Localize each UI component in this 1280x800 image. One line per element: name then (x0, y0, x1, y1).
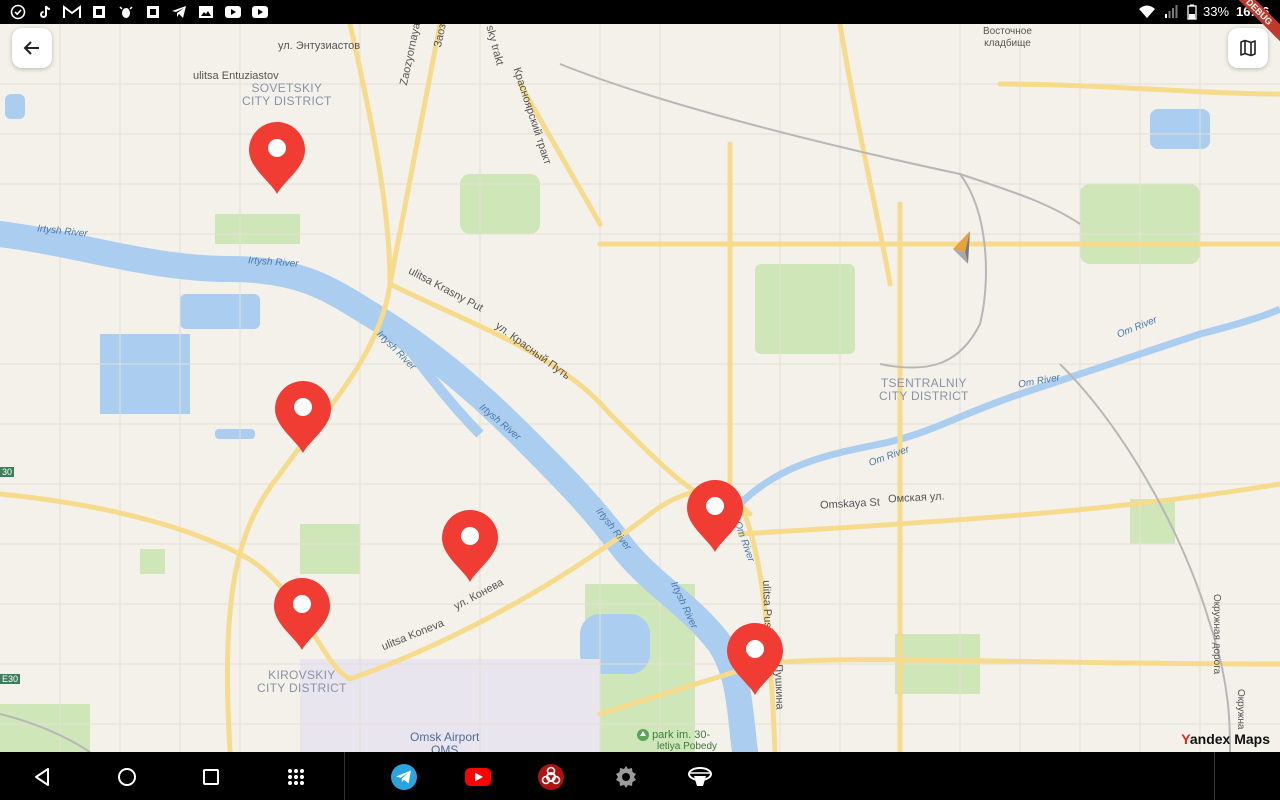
dock-app-settings[interactable] (611, 762, 641, 792)
park-label-2: letiya Pobedy (657, 741, 718, 752)
youtube-icon (465, 768, 491, 786)
square-icon (90, 3, 108, 21)
signal-icon (1162, 3, 1180, 21)
telegram-icon (391, 764, 417, 790)
back-nav-button[interactable] (27, 762, 57, 792)
district-label-sovetskiy: SOVETSKIY CITY DISTRICT (242, 82, 332, 108)
square-icon (144, 3, 162, 21)
district-label-tsentralniy: TSENTRALNIY CITY DISTRICT (879, 377, 969, 403)
park-name: park im. 30- (652, 729, 711, 741)
square-recents-icon (203, 769, 219, 785)
map-pin[interactable] (272, 576, 332, 652)
airport-name: Omsk Airport (410, 730, 480, 744)
recents-nav-button[interactable] (196, 762, 226, 792)
user-location-icon[interactable] (945, 228, 977, 264)
map-pin-icon (249, 122, 305, 194)
home-nav-button[interactable] (112, 762, 142, 792)
map-pin-icon (275, 381, 331, 453)
debug-ribbon: DEBUG (1220, 0, 1280, 60)
back-button[interactable] (12, 28, 52, 68)
youtube-icon (251, 3, 269, 21)
park-icon (637, 729, 649, 742)
brand-rest: andex Maps (1189, 731, 1270, 747)
map-canvas (0, 24, 1280, 752)
district-suffix: CITY DISTRICT (242, 94, 332, 108)
airport-code: OMS (431, 743, 459, 753)
grid-dots-icon (288, 769, 304, 785)
airport-label: Omsk Airport OMS (410, 730, 480, 753)
highway-badge: E30 (0, 674, 21, 684)
app-drawer-button[interactable] (281, 762, 311, 792)
district-name: KIROVSKIY (268, 668, 336, 682)
cemetery-label-line2: кладбище (984, 38, 1031, 49)
cemetery-label: Восточное кладбище (983, 26, 1032, 50)
triangle-back-icon (35, 768, 49, 786)
image-icon (197, 3, 215, 21)
cemetery-label-line1: Восточное (983, 26, 1032, 37)
check-circle-icon (9, 3, 27, 21)
tiktok-icon (36, 3, 54, 21)
biohazard-icon (538, 764, 564, 790)
map-pin[interactable] (725, 621, 785, 697)
dock-app-biohazard[interactable] (536, 762, 566, 792)
map-pin[interactable] (273, 379, 333, 455)
district-name: SOVETSKIY (251, 81, 323, 95)
map-pin-icon (687, 480, 743, 552)
yandex-maps-logo: Yandex Maps (1181, 731, 1270, 747)
brand-y: Y (1181, 731, 1190, 747)
dock-app-telegram[interactable] (389, 762, 419, 792)
district-suffix: CITY DISTRICT (257, 681, 347, 695)
map-pin[interactable] (440, 508, 500, 584)
dock-app-lighthouse[interactable] (685, 762, 715, 792)
circle-home-icon (118, 768, 136, 786)
highway-badge: 30 (0, 467, 15, 477)
nav-divider (344, 752, 345, 800)
district-suffix: CITY DISTRICT (879, 389, 969, 403)
district-name: TSENTRALNIY (880, 376, 967, 390)
lighthouse-icon (688, 767, 712, 786)
wifi-icon (1138, 3, 1156, 21)
youtube-icon (224, 3, 242, 21)
map-view[interactable]: ulitsa Entuziastov ул. Энтузиастов Zaozy… (0, 24, 1280, 752)
street-label: ул. Энтузиастов (278, 40, 361, 52)
map-pin-icon (727, 623, 783, 695)
arrow-left-icon (23, 41, 39, 55)
navigation-bar (0, 752, 1280, 800)
map-pin[interactable] (685, 478, 745, 554)
debug-banner: DEBUG (1228, 0, 1280, 44)
battery-icon (1183, 3, 1201, 21)
settings-icon (616, 766, 636, 788)
nav-divider (1214, 752, 1215, 800)
gmail-icon (63, 3, 81, 21)
street-label: Окружная дорога (1211, 594, 1222, 675)
dock-app-youtube[interactable] (463, 762, 493, 792)
street-label: Окружна (1235, 689, 1246, 730)
status-bar: 33% 16:06 (0, 0, 1280, 24)
map-pin-icon (274, 578, 330, 650)
bug-icon (117, 3, 135, 21)
park-label: park im. 30- (637, 729, 711, 742)
map-pin[interactable] (247, 120, 307, 196)
district-label-kirovskiy: KIROVSKIY CITY DISTRICT (257, 669, 347, 695)
map-pin-icon (442, 510, 498, 582)
telegram-icon (170, 3, 188, 21)
